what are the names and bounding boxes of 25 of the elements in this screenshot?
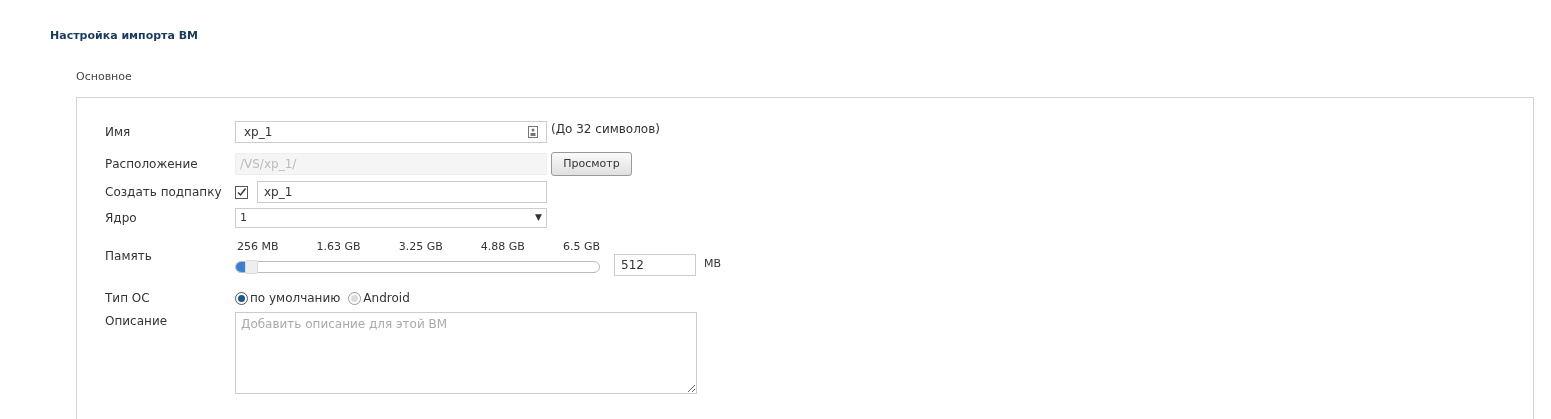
field-label: Расположение bbox=[105, 156, 199, 173]
subfolder-checkbox[interactable] bbox=[235, 185, 248, 199]
os-radio[interactable]: Android bbox=[348, 289, 410, 307]
field-label: Память bbox=[105, 248, 153, 265]
slider-tick-label: 6.5 GB bbox=[562, 238, 600, 255]
os-radio[interactable]: по умолчанию bbox=[235, 289, 341, 307]
cores-dropdown[interactable]: 1 ▼ bbox=[235, 208, 547, 228]
length-hint: (До 32 символов) bbox=[551, 121, 660, 138]
slider-tick-label: 4.88 GB bbox=[480, 238, 525, 255]
contact-card-icon bbox=[528, 126, 538, 138]
field-label: Ядро bbox=[105, 210, 138, 227]
slider-tick-label: 256 MB bbox=[237, 238, 279, 255]
field-label: Имя bbox=[105, 124, 132, 141]
field-label: Создать подпапку bbox=[105, 184, 223, 201]
section-title: Основное bbox=[76, 68, 133, 85]
description-field[interactable]: Добавить описание для этой ВМ bbox=[235, 312, 697, 394]
page-title: Настройка импорта ВМ bbox=[50, 28, 200, 44]
field-label: Описание bbox=[105, 313, 169, 330]
name-field[interactable]: xp_1 bbox=[235, 121, 547, 143]
slider-tick-label: 3.25 GB bbox=[398, 238, 443, 255]
field-label: Тип ОС bbox=[105, 290, 151, 307]
memory-field[interactable]: 512 bbox=[614, 254, 696, 276]
slider-tick-label: 1.63 GB bbox=[316, 238, 361, 255]
unit-label: MB bbox=[704, 255, 722, 272]
subfolder-field[interactable]: xp_1 bbox=[257, 181, 547, 203]
